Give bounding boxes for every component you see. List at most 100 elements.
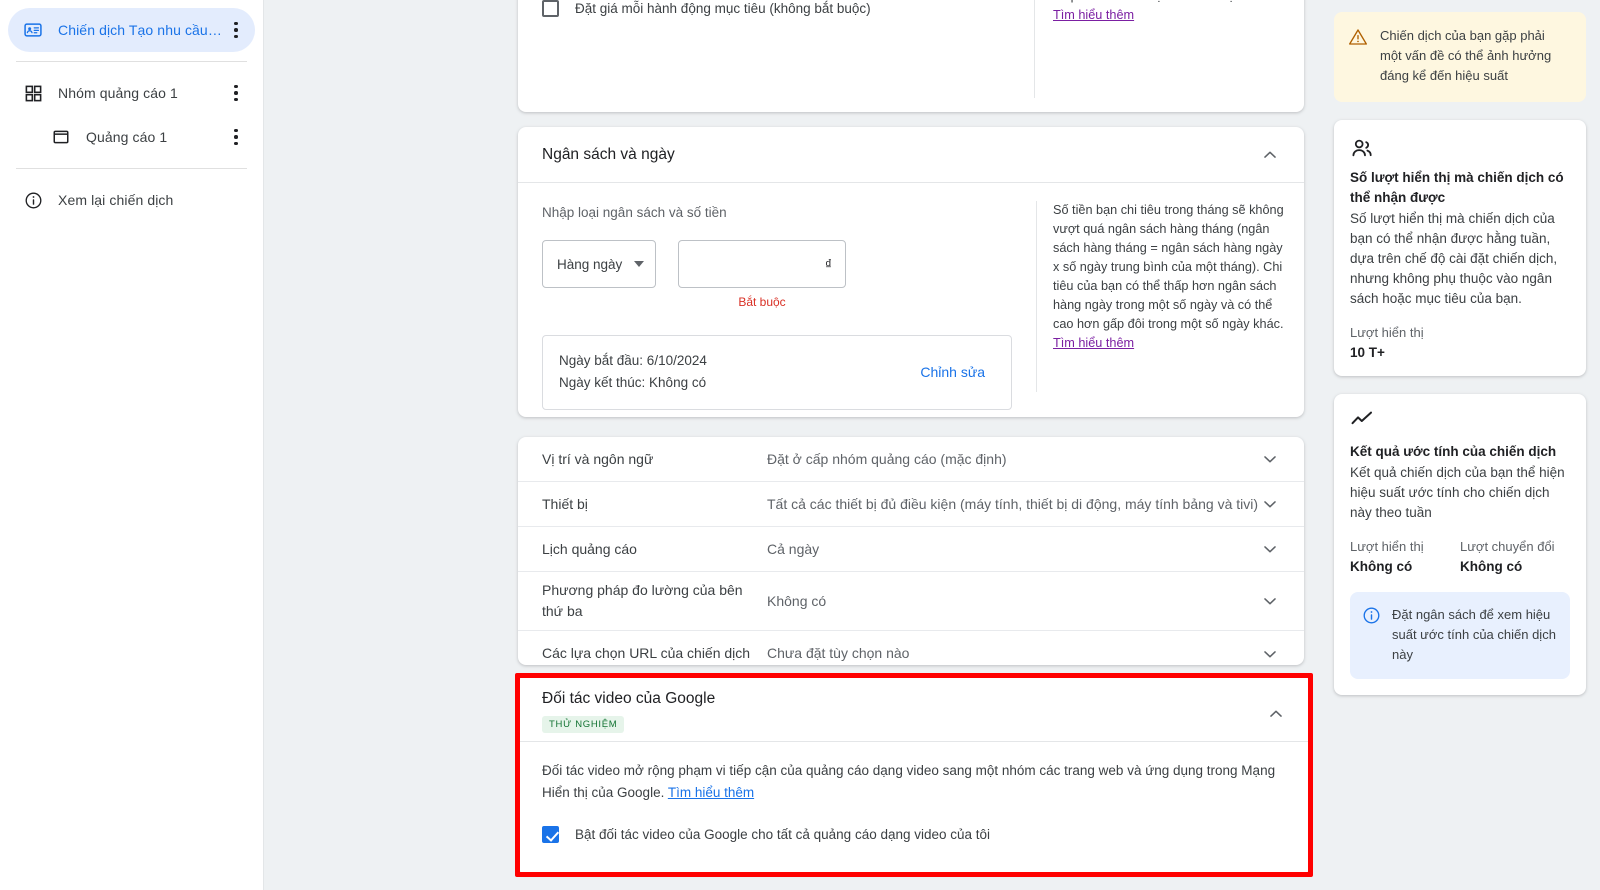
chevron-up-icon[interactable] (1266, 704, 1286, 724)
setting-value: Cả ngày (767, 540, 820, 557)
video-partners-header[interactable]: Đối tác video của Google THỬ NGHIỆM (518, 676, 1310, 742)
budget-type-select[interactable]: Hàng ngày (542, 240, 656, 288)
sidebar-item-adgroup[interactable]: Nhóm quảng cáo 1 (8, 71, 255, 115)
setting-value: Đặt ở cấp nhóm quảng cáo (mặc định) (767, 450, 1007, 467)
estimated-results-card: Kết quả ước tính của chiến dịch Kết quả … (1334, 394, 1586, 695)
info-circle-icon (1362, 606, 1381, 665)
setting-label: Phương pháp đo lường của bên thứ ba (542, 582, 743, 619)
impressions-metric-label: Lượt hiển thị (1350, 325, 1424, 340)
setting-row-locations-languages[interactable]: Vị trí và ngôn ngữ Đặt ở cấp nhóm quảng … (518, 437, 1304, 482)
currency-symbol: ₫ (824, 256, 832, 272)
sidebar-item-ad-label: Quảng cáo 1 (86, 129, 168, 145)
info-circle-icon (22, 189, 44, 211)
set-budget-info-text: Đặt ngân sách để xem hiệu suất ước tính … (1392, 607, 1556, 662)
sidebar-item-review-campaign-label: Xem lại chiến dịch (58, 192, 174, 208)
video-partners-checkbox-label: Bật đối tác video của Google cho tất cả … (575, 827, 991, 842)
estimated-impressions-label: Lượt hiển thị (1350, 539, 1424, 554)
setting-row-devices[interactable]: Thiết bị Tất cả các thiết bị đủ điều kiệ… (518, 482, 1304, 527)
budget-and-dates-card: Ngân sách và ngày Nhập loại ngân sách và… (518, 127, 1304, 417)
campaign-warning-text: Chiến dịch của bạn gặp phải một vấn đề c… (1380, 28, 1552, 83)
set-budget-info-box: Đặt ngân sách để xem hiệu suất ước tính … (1350, 592, 1570, 679)
chevron-down-icon (634, 261, 644, 267)
edit-dates-button[interactable]: Chỉnh sửa (920, 364, 985, 380)
campaign-dates-box: Ngày bắt đầu: 6/10/2024 Ngày kết thúc: K… (542, 335, 1012, 410)
estimated-results-title: Kết quả ước tính của chiến dịch (1350, 444, 1557, 459)
setting-label: Lịch quảng cáo (542, 540, 637, 557)
budget-left-column: Nhập loại ngân sách và số tiền Hàng ngày… (518, 183, 1036, 410)
estimated-results-description: Kết quả chiến dịch của bạn thể hiện hiệu… (1350, 465, 1565, 520)
video-partners-checkbox-row[interactable]: Bật đối tác video của Google cho tất cả … (542, 826, 1286, 843)
setting-value: Không có (767, 592, 827, 609)
people-icon (1350, 136, 1570, 160)
budget-amount-error: Bắt buộc (738, 295, 786, 309)
sidebar-item-review-campaign[interactable]: Xem lại chiến dịch (8, 178, 255, 222)
warning-triangle-icon (1348, 27, 1368, 86)
sidebar-item-campaign[interactable]: Chiến dịch Tạo nhu cầu ... (8, 8, 255, 52)
budget-help-text: Số tiền bạn chi tiêu trong tháng sẽ khôn… (1053, 203, 1284, 331)
impressions-metric: Lượt hiển thị 10 T+ (1350, 325, 1570, 360)
budget-amount-field[interactable]: ₫ (678, 240, 846, 288)
potential-impressions-description: Số lượt hiển thị mà chiến dịch của bạn c… (1350, 211, 1558, 306)
chevron-down-icon[interactable] (1260, 494, 1280, 514)
sidebar-item-campaign-label: Chiến dịch Tạo nhu cầu ... (58, 22, 223, 38)
adgroup-more-options-icon[interactable] (223, 80, 249, 106)
setting-label: Vị trí và ngôn ngữ (542, 450, 654, 467)
right-side-panel: Chiến dịch của bạn gặp phải một vấn đề c… (1320, 0, 1600, 890)
setting-row-campaign-url-options[interactable]: Các lựa chọn URL của chiến dịch Chưa đặt… (518, 631, 1304, 665)
app-root: Chiến dịch Tạo nhu cầu ... Nhóm quảng cá… (0, 0, 1600, 890)
chevron-up-icon[interactable] (1260, 145, 1280, 165)
chevron-down-icon[interactable] (1260, 449, 1280, 469)
setting-label: Các lựa chọn URL của chiến dịch (542, 645, 751, 661)
sidebar-divider-2 (16, 168, 247, 169)
ad-more-options-icon[interactable] (223, 124, 249, 150)
potential-impressions-card: Số lượt hiển thị mà chiến dịch có thể nh… (1334, 120, 1586, 376)
video-partners-learn-more-link[interactable]: Tìm hiểu thêm (668, 785, 754, 800)
estimated-conversions-value: Không có (1460, 559, 1523, 574)
settings-scroll-container[interactable]: Theo mặc định, nhóm quảng cáo của bạn sẽ… (264, 0, 1320, 890)
setting-label: Thiết bị (542, 495, 588, 512)
bidding-help-column: lượt chuyển đổi nhất có thể với giá mỗi … (1035, 0, 1303, 112)
sidebar-item-adgroup-label: Nhóm quảng cáo 1 (58, 85, 178, 101)
video-partners-description: Đối tác video mở rộng phạm vi tiếp cận c… (542, 763, 1276, 800)
estimated-impressions-metric: Lượt hiển thị Không có (1350, 539, 1460, 574)
setting-row-third-party-measurement[interactable]: Phương pháp đo lường của bên thứ ba Khôn… (518, 572, 1304, 631)
bidding-card: Theo mặc định, nhóm quảng cáo của bạn sẽ… (518, 0, 1304, 112)
target-cpa-checkbox-label: Đặt giá mỗi hành động mục tiêu (không bắ… (575, 1, 871, 16)
experiment-badge: THỬ NGHIỆM (542, 716, 625, 733)
budget-subtitle: Nhập loại ngân sách và số tiền (542, 205, 727, 220)
video-partners-checkbox[interactable] (542, 826, 559, 843)
campaign-construction-sidebar: Chiến dịch Tạo nhu cầu ... Nhóm quảng cá… (0, 0, 264, 890)
google-video-partners-card: Đối tác video của Google THỬ NGHIỆM Đối … (518, 676, 1310, 874)
campaign-card-icon (22, 19, 44, 41)
bidding-learn-more-link[interactable]: Tìm hiểu thêm (1053, 8, 1134, 22)
campaign-more-options-icon[interactable] (223, 17, 249, 43)
chevron-down-icon[interactable] (1260, 591, 1280, 611)
main-content-area: Theo mặc định, nhóm quảng cáo của bạn sẽ… (264, 0, 1320, 890)
video-partners-title: Đối tác video của Google (542, 690, 716, 707)
setting-row-ad-schedule[interactable]: Lịch quảng cáo Cả ngày (518, 527, 1304, 572)
budget-amount-input[interactable] (692, 255, 819, 273)
impressions-metric-value: 10 T+ (1350, 345, 1385, 360)
trending-up-icon (1350, 410, 1570, 434)
estimated-conversions-label: Lượt chuyển đổi (1460, 539, 1555, 554)
end-date-text: Ngày kết thúc: Không có (559, 375, 707, 390)
setting-value: Chưa đặt tùy chọn nào (767, 645, 910, 661)
budget-help-column: Số tiền bạn chi tiêu trong tháng sẽ khôn… (1037, 183, 1304, 410)
sidebar-item-ad[interactable]: Quảng cáo 1 (8, 115, 255, 159)
sidebar-divider-1 (16, 61, 247, 62)
setting-value: Tất cả các thiết bị đủ điều kiện (máy tí… (767, 495, 1259, 512)
budget-learn-more-link[interactable]: Tìm hiểu thêm (1053, 336, 1134, 350)
budget-card-header[interactable]: Ngân sách và ngày (518, 127, 1304, 183)
campaign-warning-card: Chiến dịch của bạn gặp phải một vấn đề c… (1334, 12, 1586, 102)
chevron-down-icon[interactable] (1260, 539, 1280, 559)
potential-impressions-title: Số lượt hiển thị mà chiến dịch có thể nh… (1350, 170, 1564, 205)
target-cpa-checkbox-row[interactable]: Đặt giá mỗi hành động mục tiêu (không bắ… (542, 0, 1010, 17)
start-date-text: Ngày bắt đầu: 6/10/2024 (559, 353, 707, 368)
budget-type-value: Hàng ngày (557, 256, 623, 272)
additional-settings-card: Vị trí và ngôn ngữ Đặt ở cấp nhóm quảng … (518, 437, 1304, 665)
adgroup-grid-icon (22, 82, 44, 104)
target-cpa-checkbox[interactable] (542, 0, 559, 17)
chevron-down-icon[interactable] (1260, 644, 1280, 664)
estimated-impressions-value: Không có (1350, 559, 1413, 574)
estimated-conversions-metric: Lượt chuyển đổi Không có (1460, 539, 1570, 574)
